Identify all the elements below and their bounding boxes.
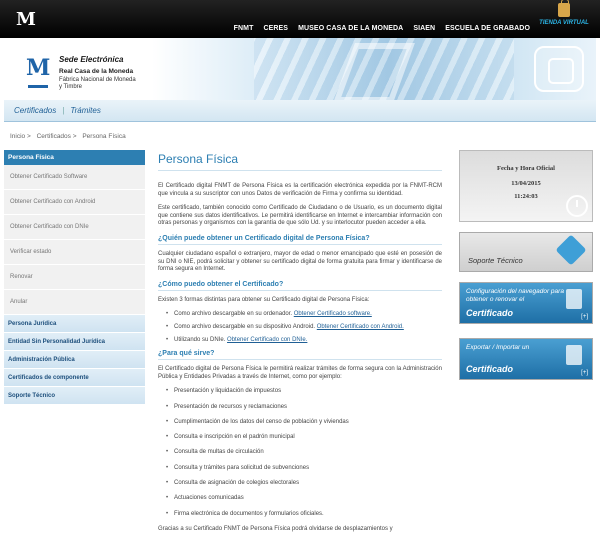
breadcrumb: Inicio > Certificados > Persona Física	[10, 133, 130, 140]
list-item: Firma electrónica de documentos y formul…	[166, 511, 442, 519]
para-paragraph: El Certificado digital de Persona Física…	[158, 366, 442, 380]
header-banner: M Sede Electrónica Real Casa de la Moned…	[4, 38, 596, 100]
sidebar: Persona Física Obtener Certificado Softw…	[4, 150, 145, 405]
store-link[interactable]: TIENDA VIRTUAL	[534, 0, 594, 35]
config-certificate-label: Certificado	[466, 308, 514, 318]
sidebar-subitem-software[interactable]: Obtener Certificado Software	[4, 165, 145, 190]
list-item: Consulta de multas de circulación	[166, 449, 442, 457]
config-more-link[interactable]: [+]	[581, 314, 588, 320]
list-item: Utilizando su DNIe. Obtener Certificado …	[166, 337, 442, 345]
way-text: Como archivo descargable en su ordenador…	[174, 311, 293, 318]
nav-certificados[interactable]: Certificados	[14, 106, 56, 115]
sidebar-item-soporte[interactable]: Soporte Técnico	[4, 387, 145, 405]
sidebar-subitem-anular[interactable]: Anular	[4, 290, 145, 315]
quien-paragraph: Cualquier ciudadano español o extranjero…	[158, 250, 442, 273]
list-item: Actuaciones comunicadas	[166, 495, 442, 503]
way-link-android[interactable]: Obtener Certificado con Android.	[317, 324, 404, 330]
site-title: Sede Electrónica	[59, 55, 124, 64]
way-text: Como archivo descargable en su dispositi…	[174, 323, 316, 330]
crown-logo-icon[interactable]: M	[16, 8, 36, 32]
sidebar-subitem-renovar[interactable]: Renovar	[4, 265, 145, 290]
org-subname: Fábrica Nacional de Moneda y Timbre	[59, 77, 136, 90]
sidebar-item-persona-juridica[interactable]: Persona Jurídica	[4, 315, 145, 333]
way-link-dnie[interactable]: Obtener Certificado con DNIe.	[227, 337, 307, 343]
section-nav: Certificados | Trámites	[4, 100, 596, 122]
intro-paragraph: El Certificado digital FNMT de Persona F…	[158, 183, 442, 197]
export-certificate-label: Certificado	[466, 364, 514, 374]
smartcard-chip-icon	[534, 46, 584, 92]
wrench-icon	[555, 234, 587, 266]
right-column: Fecha y Hora Oficial 13/04/2015 11:24:03…	[459, 150, 593, 380]
list-item: Consulta de asignación de colegios elect…	[166, 480, 442, 488]
official-date: 13/04/2015	[511, 180, 541, 187]
official-time-title: Fecha y Hora Oficial	[497, 165, 555, 172]
breadcrumb-current: Persona Física	[82, 133, 126, 140]
sidebar-subitem-android[interactable]: Obtener Certificado con Android	[4, 190, 145, 215]
section-heading-como: ¿Cómo puedo obtener el Certificado?	[158, 281, 442, 291]
sidebar-subitem-verificar[interactable]: Verificar estado	[4, 240, 145, 265]
top-nav-siaen[interactable]: SIAEN	[413, 25, 435, 32]
list-item: Consulta y trámites para solicitud de su…	[166, 465, 442, 473]
browser-config-button[interactable]: Configuración del navegador para obtener…	[459, 282, 593, 324]
way-text: Utilizando su DNIe.	[174, 336, 226, 343]
export-label: Exportar / Importar un	[466, 344, 530, 351]
list-item: Cumplimentación de los datos del censo d…	[166, 419, 442, 427]
nav-tramites[interactable]: Trámites	[70, 106, 101, 115]
top-nav: FNMT CERES MUSEO CASA DE LA MONEDA SIAEN…	[234, 25, 530, 32]
final-paragraph: Gracias a su Certificado FNMT de Persona…	[158, 525, 393, 532]
nav-separator: |	[62, 106, 65, 115]
breadcrumb-certificados[interactable]: Certificados >	[37, 133, 77, 140]
sidebar-subitem-dnie[interactable]: Obtener Certificado con DNIe	[4, 215, 145, 240]
top-nav-fnmt[interactable]: FNMT	[234, 25, 254, 32]
top-nav-museo[interactable]: MUSEO CASA DE LA MONEDA	[298, 25, 403, 32]
export-more-link[interactable]: [+]	[581, 370, 588, 376]
list-item: Presentación y liquidación de impuestos	[166, 388, 442, 396]
sidebar-item-entidad[interactable]: Entidad Sin Personalidad Jurídica	[4, 333, 145, 351]
section-heading-para: ¿Para qué sirve?	[158, 350, 442, 361]
list-item: Como archivo descargable en su ordenador…	[166, 311, 442, 319]
top-nav-escuela[interactable]: ESCUELA DE GRABADO	[445, 25, 530, 32]
list-item: Como archivo descargable en su dispositi…	[166, 324, 442, 332]
main-content: Persona Física El Certificado digital FN…	[158, 150, 442, 540]
description-paragraph: Este certificado, también conocido como …	[158, 205, 442, 227]
fnmt-logo-icon[interactable]: M	[26, 52, 50, 88]
store-label: TIENDA VIRTUAL	[539, 20, 589, 26]
support-label: Soporte Técnico	[468, 256, 523, 265]
page-title: Persona Física	[158, 152, 442, 171]
top-bar: M FNMT CERES MUSEO CASA DE LA MONEDA SIA…	[0, 0, 600, 38]
top-nav-ceres[interactable]: CERES	[263, 25, 288, 32]
org-name: Real Casa de la Moneda	[59, 68, 134, 75]
official-time-box: Fecha y Hora Oficial 13/04/2015 11:24:03	[459, 150, 593, 222]
export-import-button[interactable]: Exportar / Importar un Certificado [+]	[459, 338, 593, 380]
section-heading-quien: ¿Quién puede obtener un Certificado digi…	[158, 235, 442, 245]
way-link-software[interactable]: Obtener Certificado software.	[294, 311, 372, 317]
breadcrumb-inicio[interactable]: Inicio >	[10, 133, 31, 140]
list-item: Presentación de recursos y reclamaciones	[166, 404, 442, 412]
ways-list: Como archivo descargable en su ordenador…	[166, 311, 442, 344]
clock-icon	[566, 195, 588, 217]
list-item: Consulta e inscripción en el padrón muni…	[166, 434, 442, 442]
sidebar-item-persona-fisica[interactable]: Persona Física	[4, 150, 145, 165]
como-paragraph: Existen 3 formas distintas para obtener …	[158, 296, 370, 303]
sidebar-item-administracion[interactable]: Administración Pública	[4, 351, 145, 369]
support-button[interactable]: Soporte Técnico	[459, 232, 593, 272]
sidebar-item-componente[interactable]: Certificados de componente	[4, 369, 145, 387]
shopping-bag-icon	[558, 0, 570, 17]
config-label: Configuración del navegador para obtener…	[466, 288, 564, 303]
uses-list: Presentación y liquidación de impuestos …	[166, 388, 442, 518]
